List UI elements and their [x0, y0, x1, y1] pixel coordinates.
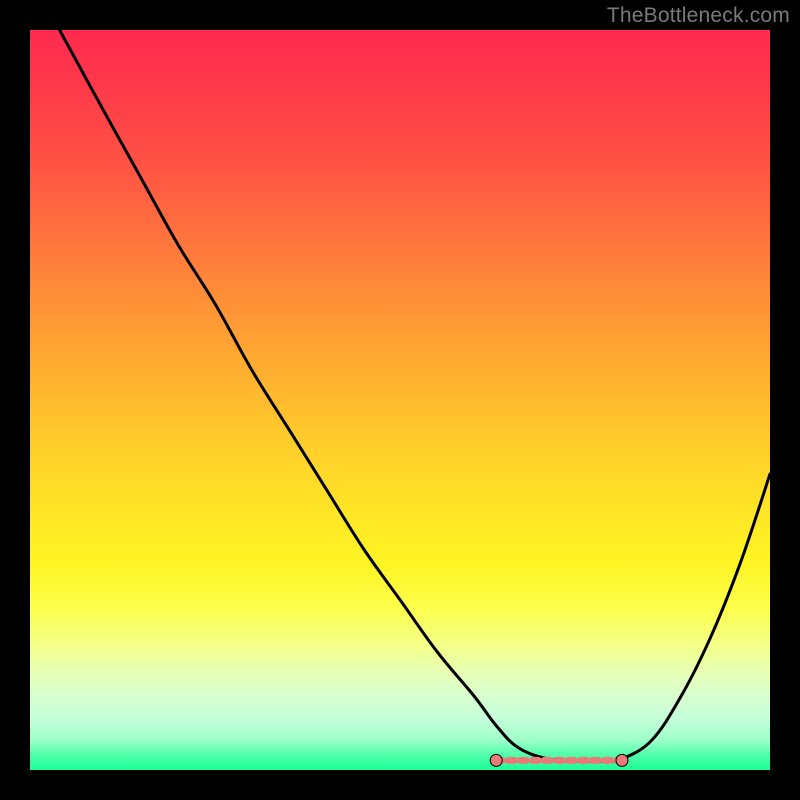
curve-svg	[30, 30, 770, 770]
curve-layer	[60, 30, 770, 761]
watermark-text: TheBottleneck.com	[607, 4, 790, 28]
plot-area	[30, 30, 770, 770]
chart-frame: TheBottleneck.com	[0, 0, 800, 800]
end-marker-0	[490, 754, 502, 766]
bottleneck-curve-path	[60, 30, 770, 761]
end-marker-1	[616, 754, 628, 766]
